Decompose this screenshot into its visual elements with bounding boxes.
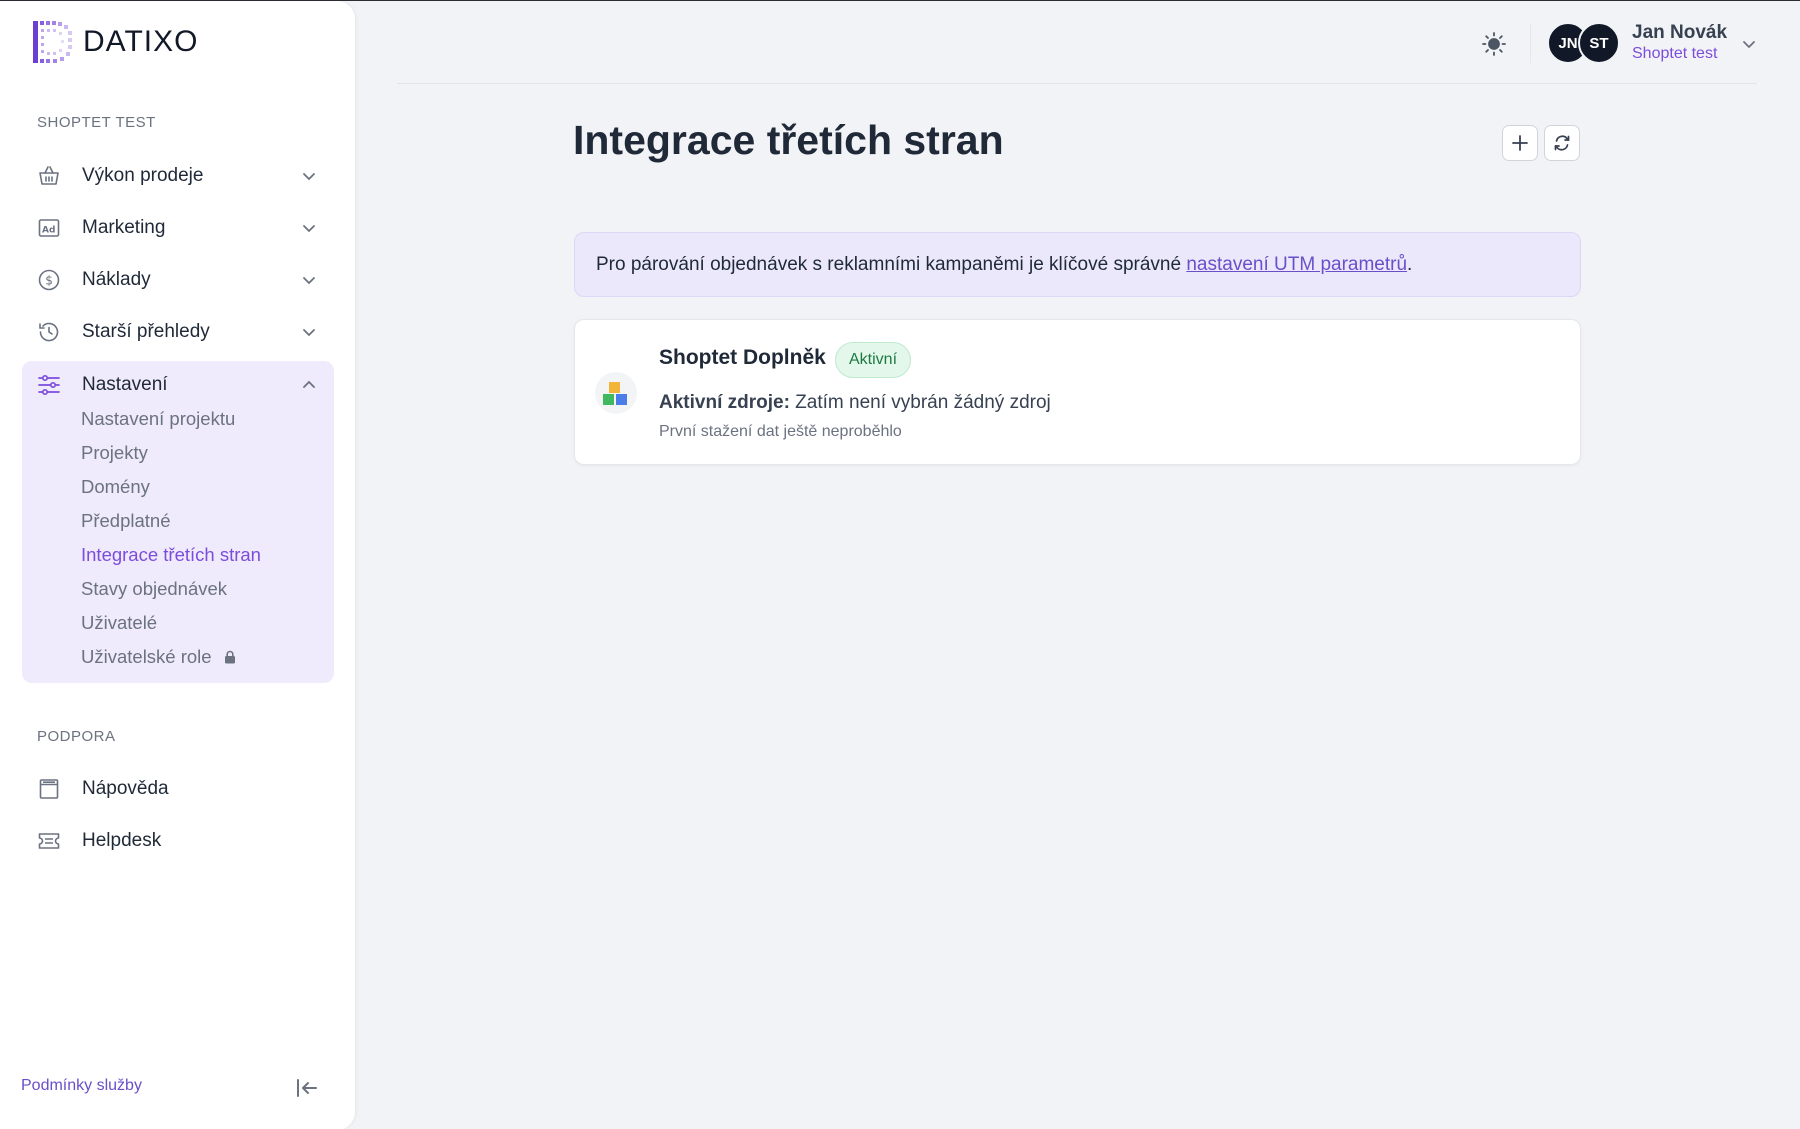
shoptet-addon-logo xyxy=(595,372,637,414)
sidebar-subitem-users[interactable]: Uživatelé xyxy=(81,612,157,634)
section-label-project: SHOPTET TEST xyxy=(37,114,156,131)
section-label-support: PODPORA xyxy=(37,728,116,745)
sidebar-item-helpdesk[interactable]: Helpdesk xyxy=(22,819,334,863)
svg-text:Ad: Ad xyxy=(42,226,55,236)
active-sources-value: Zatím není vybrán žádný zdroj xyxy=(789,392,1051,413)
sidebar-item-label: Starší přehledy xyxy=(82,321,210,342)
terms-of-service-link[interactable]: Podmínky služby xyxy=(21,1077,142,1095)
sidebar-item-help[interactable]: Nápověda xyxy=(22,767,334,811)
basket-icon xyxy=(36,163,62,189)
history-icon xyxy=(36,319,62,345)
sidebar-item-label: Nastavení xyxy=(82,374,168,395)
book-icon xyxy=(36,776,62,802)
chevron-down-icon[interactable] xyxy=(1740,35,1758,53)
refresh-button[interactable] xyxy=(1544,125,1580,161)
datixo-logo-icon xyxy=(33,21,72,63)
integration-card[interactable]: Shoptet Doplněk Aktivní Aktivní zdroje: … xyxy=(574,319,1581,465)
chevron-down-icon xyxy=(303,277,315,285)
user-project[interactable]: Shoptet test xyxy=(1632,45,1717,63)
page-title: Integrace třetích stran xyxy=(573,117,1004,163)
active-sources: Aktivní zdroje: Zatím není vybrán žádný … xyxy=(659,392,1051,414)
sync-note: První stažení dat ještě neproběhlo xyxy=(659,423,902,440)
coin-icon: $ xyxy=(36,267,62,293)
chevron-down-icon xyxy=(303,173,315,181)
user-name[interactable]: Jan Novák xyxy=(1632,22,1727,44)
sidebar-item-label: Nápověda xyxy=(82,778,169,799)
sidebar-subitem-user-roles[interactable]: Uživatelské role xyxy=(81,646,237,668)
sidebar-subitem-domains[interactable]: Domény xyxy=(81,476,150,498)
refresh-icon xyxy=(1554,135,1570,151)
blocks-icon xyxy=(603,382,627,405)
sidebar: DATIXO SHOPTET TEST Výkon prodeje Ad Mar… xyxy=(0,1,355,1129)
sidebar-item-marketing[interactable]: Ad Marketing xyxy=(22,206,334,250)
sidebar-subitem-label: Uživatelské role xyxy=(81,646,212,667)
theme-toggle-sun-icon[interactable] xyxy=(1479,29,1509,59)
brand-logo[interactable]: DATIXO xyxy=(33,21,198,63)
sidebar-item-costs[interactable]: $ Náklady xyxy=(22,258,334,302)
lock-icon xyxy=(224,650,235,664)
integration-name: Shoptet Doplněk xyxy=(659,346,826,369)
ad-icon: Ad xyxy=(36,215,62,241)
add-integration-button[interactable] xyxy=(1502,125,1538,161)
svg-text:$: $ xyxy=(45,274,53,288)
sidebar-item-label: Helpdesk xyxy=(82,830,162,851)
sidebar-subitem-integrations[interactable]: Integrace třetích stran xyxy=(81,544,261,566)
utm-info-banner: Pro párování objednávek s reklamními kam… xyxy=(574,232,1581,297)
header-divider-line xyxy=(397,83,1757,84)
sidebar-item-sales[interactable]: Výkon prodeje xyxy=(22,154,334,198)
banner-end: . xyxy=(1407,253,1413,275)
status-badge: Aktivní xyxy=(835,342,912,378)
chevron-down-icon xyxy=(303,225,315,233)
banner-text: Pro párování objednávek s reklamními kam… xyxy=(596,253,1187,275)
plus-icon xyxy=(1512,135,1528,151)
active-sources-label: Aktivní zdroje: xyxy=(659,392,790,413)
sidebar-subitem-project-settings[interactable]: Nastavení projektu xyxy=(81,408,235,430)
sidebar-item-label: Náklady xyxy=(82,269,151,290)
sidebar-subitem-projects[interactable]: Projekty xyxy=(81,442,148,464)
chevron-down-icon xyxy=(303,329,315,337)
chevron-up-icon xyxy=(303,380,315,388)
brand-name: DATIXO xyxy=(83,25,199,58)
sidebar-item-label: Marketing xyxy=(82,217,166,238)
avatar-project[interactable]: ST xyxy=(1578,22,1620,64)
sidebar-item-settings[interactable]: Nastavení xyxy=(22,363,334,407)
sliders-icon xyxy=(36,372,62,398)
collapse-sidebar-icon[interactable] xyxy=(294,1075,320,1101)
utm-settings-link[interactable]: nastavení UTM parametrů xyxy=(1186,254,1407,276)
ticket-icon xyxy=(36,828,62,854)
sidebar-item-older-reports[interactable]: Starší přehledy xyxy=(22,310,334,354)
sidebar-subitem-order-states[interactable]: Stavy objednávek xyxy=(81,578,227,600)
header-divider xyxy=(1530,23,1531,63)
sidebar-subitem-subscription[interactable]: Předplatné xyxy=(81,510,170,532)
sidebar-item-label: Výkon prodeje xyxy=(82,165,204,186)
